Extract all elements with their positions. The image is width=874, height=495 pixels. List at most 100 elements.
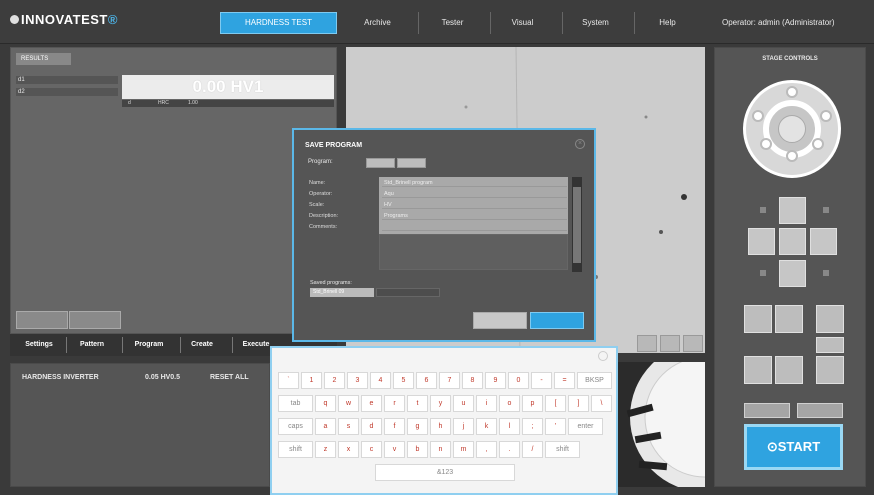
scale-field[interactable]: HV: [382, 201, 567, 209]
saved-program-select[interactable]: Std_Brinell 09: [310, 288, 374, 297]
key[interactable]: u: [453, 395, 474, 412]
key[interactable]: y: [430, 395, 451, 412]
menu-visual[interactable]: Visual: [495, 13, 550, 33]
key[interactable]: -: [531, 372, 552, 389]
key[interactable]: `: [278, 372, 299, 389]
stage-option-button[interactable]: [744, 403, 790, 418]
space-key[interactable]: &123: [375, 464, 515, 481]
key[interactable]: 3: [347, 372, 368, 389]
close-icon[interactable]: ×: [575, 139, 585, 149]
saved-program-input[interactable]: [376, 288, 440, 297]
tab-program[interactable]: Program: [126, 338, 172, 352]
key[interactable]: g: [407, 418, 428, 435]
key[interactable]: 8: [462, 372, 483, 389]
key[interactable]: w: [338, 395, 359, 412]
key[interactable]: /: [522, 441, 543, 458]
key[interactable]: j: [453, 418, 474, 435]
key[interactable]: i: [476, 395, 497, 412]
key[interactable]: q: [315, 395, 336, 412]
key[interactable]: 0: [508, 372, 529, 389]
key[interactable]: n: [430, 441, 451, 458]
turret-position-icon[interactable]: [786, 150, 798, 162]
key[interactable]: x: [338, 441, 359, 458]
z-up-button[interactable]: [744, 305, 772, 333]
key[interactable]: 1: [301, 372, 322, 389]
comments-area[interactable]: [379, 234, 568, 270]
menu-system[interactable]: System: [568, 13, 623, 33]
key[interactable]: 7: [439, 372, 460, 389]
key[interactable]: o: [499, 395, 520, 412]
operator-field[interactable]: Aqu: [382, 190, 567, 198]
key[interactable]: 2: [324, 372, 345, 389]
reset-all-button[interactable]: RESET ALL: [210, 374, 249, 381]
stage-option-button[interactable]: [797, 403, 843, 418]
key[interactable]: e: [361, 395, 382, 412]
results-action-button[interactable]: [69, 311, 121, 329]
name-field[interactable]: Std_Brinell program: [382, 179, 567, 187]
key[interactable]: f: [384, 418, 405, 435]
menu-help[interactable]: Help: [640, 13, 695, 33]
speed-button[interactable]: [816, 337, 844, 353]
key[interactable]: =: [554, 372, 575, 389]
turret-position-icon[interactable]: [760, 138, 772, 150]
key[interactable]: enter: [568, 418, 603, 435]
key[interactable]: ;: [522, 418, 543, 435]
key[interactable]: z: [315, 441, 336, 458]
key[interactable]: ]: [568, 395, 589, 412]
menu-archive[interactable]: Archive: [350, 13, 405, 33]
key[interactable]: shift: [278, 441, 313, 458]
key[interactable]: v: [384, 441, 405, 458]
key[interactable]: 6: [416, 372, 437, 389]
key[interactable]: t: [407, 395, 428, 412]
key[interactable]: BKSP: [577, 372, 612, 389]
light-button[interactable]: [816, 356, 844, 384]
key[interactable]: 4: [370, 372, 391, 389]
z-fine-down-button[interactable]: [775, 356, 803, 384]
stage-center-button[interactable]: [779, 228, 806, 255]
stage-down-button[interactable]: [779, 260, 806, 287]
key[interactable]: k: [476, 418, 497, 435]
key[interactable]: 5: [393, 372, 414, 389]
key[interactable]: b: [407, 441, 428, 458]
tab-create[interactable]: Create: [184, 338, 220, 352]
hardness-test-mode-button[interactable]: HARDNESS TEST: [220, 12, 337, 34]
scrollbar-thumb[interactable]: [573, 187, 581, 263]
key[interactable]: tab: [278, 395, 313, 412]
save-button[interactable]: [530, 312, 584, 329]
key[interactable]: d: [361, 418, 382, 435]
key[interactable]: caps: [278, 418, 313, 435]
key[interactable]: 9: [485, 372, 506, 389]
stage-right-button[interactable]: [810, 228, 837, 255]
z-fine-up-button[interactable]: [775, 305, 803, 333]
key[interactable]: shift: [545, 441, 580, 458]
key[interactable]: ,: [476, 441, 497, 458]
turret-position-icon[interactable]: [752, 110, 764, 122]
tab-settings[interactable]: Settings: [18, 338, 60, 352]
stage-left-button[interactable]: [748, 228, 775, 255]
turret-position-icon[interactable]: [812, 138, 824, 150]
key[interactable]: s: [338, 418, 359, 435]
results-action-button[interactable]: [16, 311, 68, 329]
key[interactable]: \: [591, 395, 612, 412]
image-tool-button[interactable]: [683, 335, 703, 352]
keyboard-close-icon[interactable]: [598, 351, 608, 361]
key[interactable]: m: [453, 441, 474, 458]
menu-tester[interactable]: Tester: [425, 13, 480, 33]
start-button[interactable]: ⊙START: [744, 424, 843, 470]
image-tool-button[interactable]: [637, 335, 657, 352]
image-tool-button[interactable]: [660, 335, 680, 352]
cancel-button[interactable]: [473, 312, 527, 329]
program-option[interactable]: [397, 158, 426, 168]
key[interactable]: .: [499, 441, 520, 458]
comments-field[interactable]: [382, 223, 567, 231]
key[interactable]: a: [315, 418, 336, 435]
focus-button[interactable]: [816, 305, 844, 333]
z-down-button[interactable]: [744, 356, 772, 384]
key[interactable]: p: [522, 395, 543, 412]
key[interactable]: ': [545, 418, 566, 435]
stage-up-button[interactable]: [779, 197, 806, 224]
key[interactable]: [: [545, 395, 566, 412]
turret-position-icon[interactable]: [786, 86, 798, 98]
tab-pattern[interactable]: Pattern: [70, 338, 114, 352]
key[interactable]: c: [361, 441, 382, 458]
